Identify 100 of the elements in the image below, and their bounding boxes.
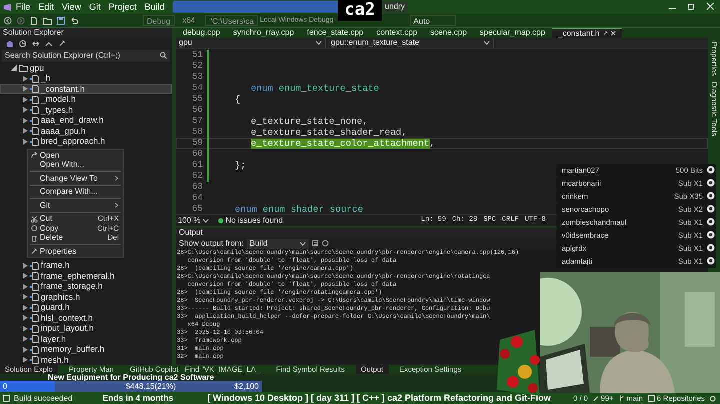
output-source-dropdown[interactable]: Build [246,238,309,248]
search-field[interactable]: Search Solution Explorer (Ctrl+;) [2,50,170,62]
clock-icon[interactable] [19,40,27,48]
save-icon[interactable] [57,16,65,24]
code-text: e_texture_state_none, [251,116,368,126]
editor-tab[interactable]: specular_map.cpp [474,28,552,38]
mode-dropdown[interactable]: Auto [410,15,456,26]
close-icon[interactable] [707,3,714,10]
tree-item[interactable]: _h [0,73,172,84]
tree-item[interactable]: gpu [0,62,172,74]
line-number: 61 [191,161,203,170]
folder-icon [19,64,28,72]
line-number: 63 [191,183,203,192]
file-icon [30,127,39,136]
open-arrow-icon [31,152,38,160]
configuration-dropdown[interactable]: Debug [143,15,175,26]
menu-item[interactable]: File [12,2,35,12]
pin-icon[interactable] [602,31,608,36]
undo-icon[interactable] [70,16,78,24]
tree-item[interactable]: _constant.h [0,84,172,94]
line-number: 52 [191,62,203,71]
caret-icon [484,41,490,45]
collapse-arrow-icon[interactable] [11,65,17,72]
ornament-drawing [495,330,540,396]
panel-title: Output [179,229,204,237]
file-icon [30,106,39,114]
tree-item[interactable]: aaa_end_draw.h [0,115,172,126]
menu-item[interactable]: Open [28,150,123,160]
tree-item[interactable]: aaaa_gpu.h [0,126,172,136]
menu-item[interactable]: Build [140,2,169,12]
file-icon [30,314,39,322]
trash-icon [31,234,38,242]
wrench-icon[interactable] [58,40,66,48]
menu-item[interactable]: Properties [28,246,123,256]
circle-icon [31,225,38,232]
stream-title: [ Windows 10 Desktop ] [ day 311 ] [ C++ ] ca2 Platform Refactoring and Git-Flow [208,394,552,403]
tree-item[interactable]: memory_buffer.h [0,344,172,355]
collapse-icon[interactable] [45,40,53,48]
code-text: , [430,138,436,148]
line-number: 59 [191,139,203,148]
menu-item[interactable]: Change View To [28,174,123,184]
menu-item[interactable]: View [58,2,86,12]
tree-item[interactable]: frame.h [0,260,172,271]
tree-item[interactable]: mesh.h [0,354,172,365]
back-icon[interactable] [4,16,12,24]
tree-item[interactable]: guard.h [0,302,172,313]
code-text: enum [262,204,286,214]
tree-item[interactable]: graphics.h [0,292,172,302]
goal-target: $2,100 [234,382,259,390]
editor-tab[interactable]: fence_state.cpp [301,28,370,38]
home-icon[interactable] [6,40,14,48]
platform-dropdown[interactable]: x64 [180,15,198,26]
clear-output-icon[interactable] [312,240,319,247]
code-text: enum_texture_state [278,84,380,94]
file-icon [30,272,39,280]
editor-tab[interactable]: _constant.h [552,28,622,38]
editor-tab[interactable]: scene.cpp [424,28,474,38]
word-wrap-icon[interactable] [322,240,329,247]
pencil-icon [593,396,600,402]
tree-item[interactable]: input_layout.h [0,323,172,334]
tree-item[interactable]: layer.h [0,334,172,344]
menu-item[interactable]: Git [85,2,105,12]
tree-item[interactable]: _types.h [0,104,172,116]
startup-project-dropdown[interactable]: "C:\Users\ca [205,15,258,26]
close-icon[interactable] [610,31,616,36]
output-source-label: Show output from: [179,240,244,248]
editor-tab[interactable]: synchro_rray.cpp [227,28,300,38]
tree-item[interactable]: bred_approach.h [0,136,172,147]
branch-icon [618,395,625,402]
new-file-icon[interactable] [30,16,38,24]
code-text: { [235,94,241,104]
notification-icon[interactable] [710,396,716,402]
menu-item[interactable]: Open With... [28,160,123,170]
line-number: 57 [191,117,203,126]
caret-icon [300,242,306,246]
tree-item[interactable]: hlsl_context.h [0,312,172,324]
tree-item[interactable]: frame_storage.h [0,281,172,292]
panel-title: Solution Explorer [3,28,64,37]
code-text: }; [235,160,246,170]
restore-icon[interactable] [688,3,695,10]
code-text: e_texture_state_color_attachment [251,138,430,148]
tree-item[interactable]: frame_ephemeral.h [0,270,172,282]
menu-item[interactable]: Git [28,200,123,210]
file-icon [30,293,39,302]
menu-item[interactable]: Compare With... [28,187,123,197]
scissors-icon [31,216,38,223]
menu-item[interactable]: Project [104,2,141,12]
open-folder-icon[interactable] [43,16,52,24]
search-icon[interactable] [160,52,167,60]
issues-status[interactable]: No issues found [226,216,284,224]
code-text: e_texture_state_shader_read, [251,128,408,138]
sync-icon[interactable] [32,40,40,48]
zoom-dropdown[interactable]: 100 % [178,216,212,224]
symbol-dropdown[interactable]: gpu::enum_texture_state [328,38,494,48]
scope-dropdown[interactable]: gpu [176,38,326,48]
menu-item[interactable]: Edit [34,2,58,12]
solution-name: undry [382,1,408,13]
editor-tab[interactable]: debug.cpp [177,28,226,38]
editor-tab[interactable]: context.cpp [370,28,424,38]
tree-item[interactable]: _model.h [0,94,172,105]
